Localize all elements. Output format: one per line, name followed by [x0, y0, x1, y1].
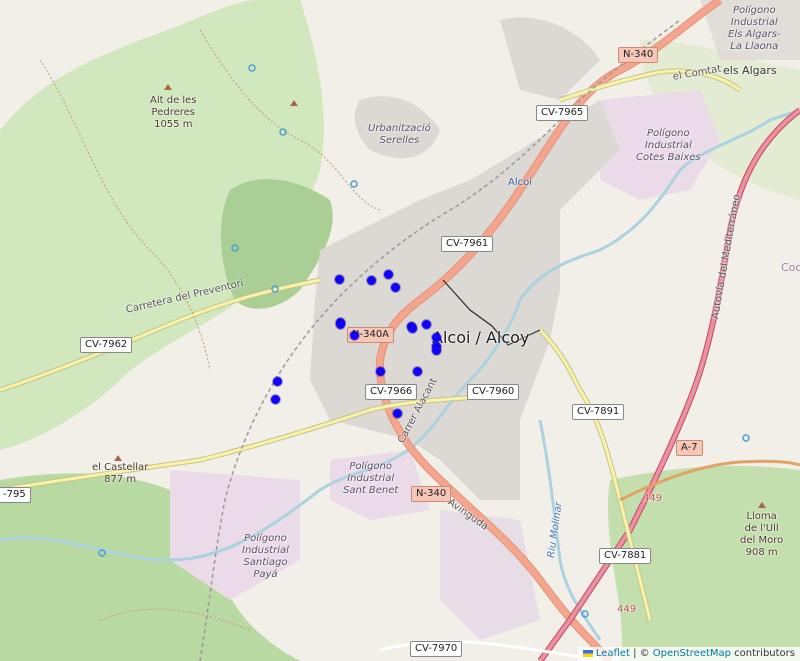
- leaflet-link[interactable]: Leaflet: [596, 648, 630, 659]
- attribution-separator: | ©: [629, 648, 653, 659]
- place-label-pi-sant-benet: Polígono Industrial Sant Benet: [343, 461, 398, 497]
- attribution-bar: Leaflet | © OpenStreetMap contributors: [577, 647, 800, 661]
- road-shield-cv7960: CV-7960: [467, 384, 520, 400]
- place-name-line: La Llaona: [730, 41, 779, 52]
- place-name-line: Polígono: [732, 5, 776, 16]
- ukraine-flag-icon: [582, 649, 593, 657]
- peak-elevation: 908 m: [745, 547, 778, 558]
- road-shield-cv7881: CV-7881: [599, 548, 652, 564]
- map-base-layer: [0, 0, 800, 661]
- road-shield-a7: A-7: [676, 440, 703, 456]
- place-name-line: Urbanització: [368, 123, 431, 134]
- place-label-pi-santiago: Polígono Industrial Santiago Payá: [242, 533, 289, 581]
- peak-label-castellar: el Castellar 877 m: [92, 462, 148, 486]
- road-shield-cv7966: CV-7966: [365, 384, 418, 400]
- place-label-pi-cotes: Polígono Industrial Cotes Baixes: [636, 128, 701, 164]
- place-label-els-algars: els Algars: [723, 64, 777, 77]
- place-label-pi-algars: Polígono Industrial Els Algars- La Llaon…: [728, 5, 781, 53]
- place-name-line: Sant Benet: [343, 485, 399, 496]
- city-label-alcoi: Alcoi / Alcoy: [432, 328, 530, 347]
- location-marker[interactable]: [366, 276, 376, 286]
- location-marker[interactable]: [270, 395, 280, 405]
- road-shield-n340: N-340: [618, 47, 659, 63]
- place-label-alcoi-station: Alcoi: [508, 177, 533, 188]
- location-marker[interactable]: [335, 320, 345, 330]
- location-marker[interactable]: [383, 269, 393, 279]
- location-marker[interactable]: [375, 367, 385, 377]
- road-shield-cv7962: CV-7962: [80, 337, 133, 353]
- peak-name-line: Pedreres: [151, 107, 196, 118]
- road-shield-cv795: -795: [0, 487, 31, 503]
- place-name-line: Cotes Baixes: [636, 152, 701, 163]
- place-name-line: Polígono: [244, 533, 287, 544]
- place-name-line: Els Algars-: [728, 29, 781, 40]
- place-name-line: Industrial: [644, 140, 692, 151]
- place-name-line: Industrial: [347, 473, 395, 484]
- peak-elevation: 877 m: [104, 474, 137, 485]
- place-name-line: Industrial: [242, 545, 289, 556]
- road-shield-cv7970: CV-7970: [410, 641, 463, 657]
- road-number-449-south: 449: [617, 604, 637, 615]
- peak-name-line: de l'Ull: [744, 523, 779, 534]
- attribution-suffix: contributors: [731, 648, 795, 659]
- location-marker[interactable]: [412, 367, 422, 377]
- place-name-line: Polígono: [349, 461, 392, 472]
- place-name-line: Payá: [253, 569, 278, 580]
- osm-link[interactable]: OpenStreetMap: [653, 648, 731, 659]
- location-marker[interactable]: [334, 274, 344, 284]
- peak-label-pedreres: Alt de les Pedreres 1055 m: [150, 95, 197, 131]
- place-name-line: Santiago: [243, 557, 288, 568]
- peak-elevation: 1055 m: [154, 119, 193, 130]
- road-shield-cv7891: CV-7891: [572, 404, 625, 420]
- road-number-449-east: 449: [643, 493, 663, 504]
- map-view[interactable]: Alt de les Pedreres 1055 m Urbanització …: [0, 0, 800, 661]
- place-name-line: Serelles: [379, 135, 420, 146]
- peak-name-line: Lloma: [746, 511, 777, 522]
- peak-label-ull-del-moro: Lloma de l'Ull del Moro 908 m: [740, 511, 783, 559]
- peak-name-line: del Moro: [740, 535, 784, 546]
- road-shield-cv7961: CV-7961: [441, 236, 494, 252]
- place-label-serelles: Urbanització Serelles: [368, 123, 431, 147]
- peak-name-line: el Castellar: [92, 462, 149, 473]
- place-label-cocentaina: Coc: [781, 261, 800, 274]
- place-name-line: Polígono: [646, 128, 690, 139]
- peak-name-line: Alt de les: [150, 95, 197, 106]
- place-name-line: Industrial: [730, 17, 778, 28]
- road-shield-cv7965: CV-7965: [536, 105, 589, 121]
- road-shield-n340-south: N-340: [411, 486, 452, 502]
